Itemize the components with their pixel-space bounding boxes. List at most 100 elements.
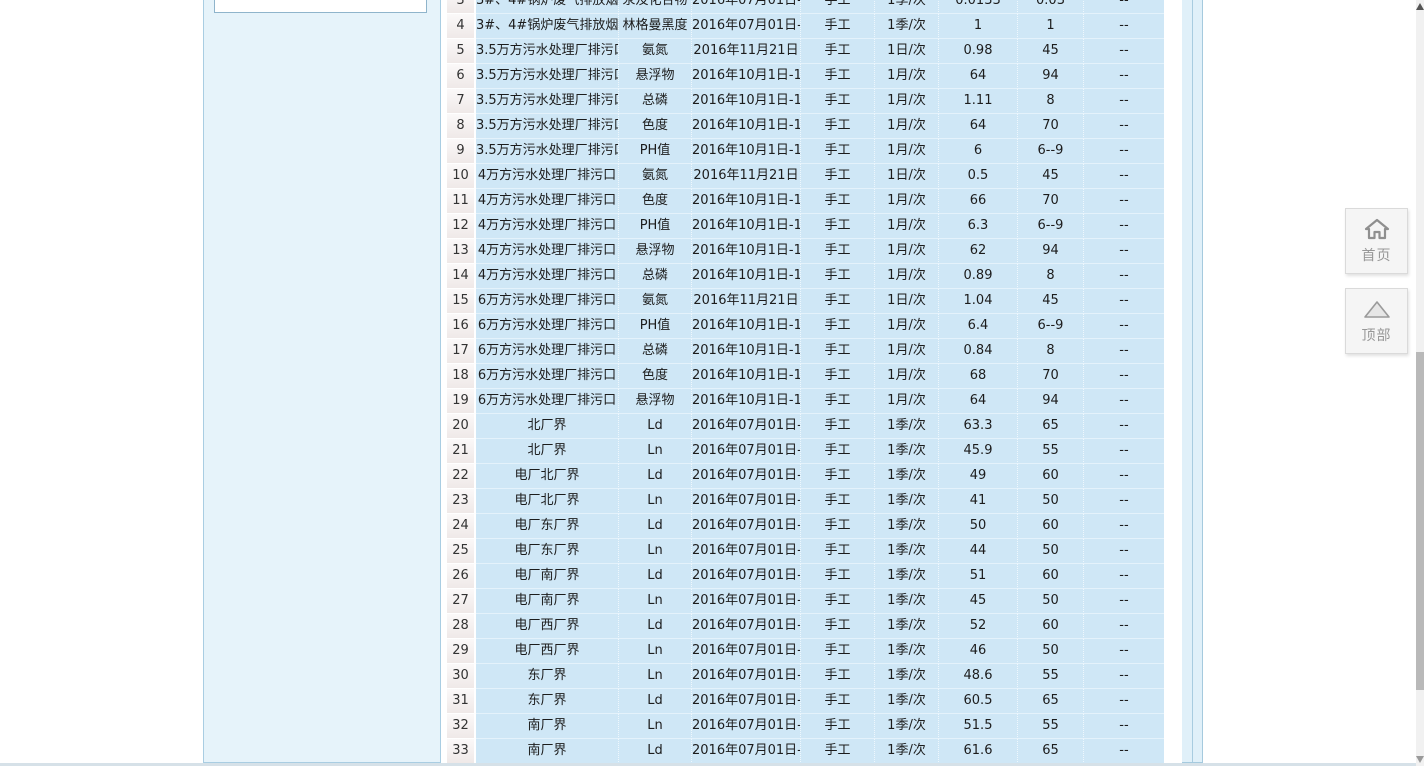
monitor-point-cell: 3.5万方污水处理厂排污口 bbox=[476, 139, 619, 164]
table-row[interactable]: 7 3.5万方污水处理厂排污口 总磷 2016年10月1日-10月 手工 1月/… bbox=[447, 89, 1165, 114]
frequency-cell: 1季/次 bbox=[875, 439, 939, 464]
row-number-cell: 15 bbox=[447, 289, 476, 314]
pollutant-cell: Ld bbox=[619, 689, 692, 714]
table-row[interactable]: 17 6万方污水处理厂排污口 总磷 2016年10月1日-10月 手工 1月/次… bbox=[447, 339, 1165, 364]
row-number-cell: 4 bbox=[447, 14, 476, 39]
row-number-cell: 22 bbox=[447, 464, 476, 489]
table-row[interactable]: 6 3.5万方污水处理厂排污口 悬浮物 2016年10月1日-10月 手工 1月… bbox=[447, 64, 1165, 89]
value-cell: 51.5 bbox=[939, 714, 1018, 739]
monitor-point-cell: 4万方污水处理厂排污口 bbox=[476, 214, 619, 239]
monitor-point-cell: 6万方污水处理厂排污口 bbox=[476, 339, 619, 364]
table-row[interactable]: 11 4万方污水处理厂排污口 色度 2016年10月1日-10月 手工 1月/次… bbox=[447, 189, 1165, 214]
monitor-point-cell: 北厂界 bbox=[476, 439, 619, 464]
pollutant-cell: Ln bbox=[619, 539, 692, 564]
row-number-cell: 28 bbox=[447, 614, 476, 639]
value-cell: 45.9 bbox=[939, 439, 1018, 464]
table-row[interactable]: 29 电厂西厂界 Ln 2016年07月01日-09 手工 1季/次 46 50… bbox=[447, 639, 1165, 664]
monitor-point-cell: 3.5万方污水处理厂排污口 bbox=[476, 64, 619, 89]
table-row[interactable]: 12 4万方污水处理厂排污口 PH值 2016年10月1日-10月 手工 1月/… bbox=[447, 214, 1165, 239]
limit-cell: 8 bbox=[1018, 89, 1084, 114]
table-row[interactable]: 24 电厂东厂界 Ld 2016年07月01日-09 手工 1季/次 50 60… bbox=[447, 514, 1165, 539]
date-cell: 2016年10月1日-10月 bbox=[692, 339, 801, 364]
pollutant-cell: 悬浮物 bbox=[619, 239, 692, 264]
home-button[interactable]: 首页 bbox=[1345, 208, 1408, 274]
monitor-point-cell: 电厂西厂界 bbox=[476, 614, 619, 639]
date-cell: 2016年07月01日-09 bbox=[692, 714, 801, 739]
remark-cell: -- bbox=[1084, 314, 1164, 339]
date-cell: 2016年07月01日-09 bbox=[692, 514, 801, 539]
remark-cell: -- bbox=[1084, 689, 1164, 714]
table-row[interactable]: 5 3.5万方污水处理厂排污口 氨氮 2016年11月21日 手工 1日/次 0… bbox=[447, 39, 1165, 64]
row-number-cell: 18 bbox=[447, 364, 476, 389]
table-row[interactable]: 32 南厂界 Ln 2016年07月01日-09 手工 1季/次 51.5 55… bbox=[447, 714, 1165, 739]
value-cell: 46 bbox=[939, 639, 1018, 664]
scroll-up-arrow-icon[interactable] bbox=[1416, 3, 1424, 10]
top-button-label: 顶部 bbox=[1362, 325, 1392, 345]
vertical-scrollbar[interactable] bbox=[1416, 0, 1424, 766]
date-cell: 2016年10月1日-10月 bbox=[692, 264, 801, 289]
table-row[interactable]: 25 电厂东厂界 Ln 2016年07月01日-09 手工 1季/次 44 50… bbox=[447, 539, 1165, 564]
table-row[interactable]: 27 电厂南厂界 Ln 2016年07月01日-09 手工 1季/次 45 50… bbox=[447, 589, 1165, 614]
value-cell: 49 bbox=[939, 464, 1018, 489]
remark-cell: -- bbox=[1084, 389, 1164, 414]
pollutant-cell: Ld bbox=[619, 514, 692, 539]
table-row[interactable]: 28 电厂西厂界 Ld 2016年07月01日-09 手工 1季/次 52 60… bbox=[447, 614, 1165, 639]
method-cell: 手工 bbox=[801, 589, 875, 614]
table-row[interactable]: 19 6万方污水处理厂排污口 悬浮物 2016年10月1日-10月 手工 1月/… bbox=[447, 389, 1165, 414]
remark-cell: -- bbox=[1084, 0, 1164, 14]
method-cell: 手工 bbox=[801, 739, 875, 764]
pollutant-cell: PH值 bbox=[619, 314, 692, 339]
frequency-cell: 1日/次 bbox=[875, 39, 939, 64]
table-row[interactable]: 8 3.5万方污水处理厂排污口 色度 2016年10月1日-10月 手工 1月/… bbox=[447, 114, 1165, 139]
pollutant-cell: 色度 bbox=[619, 189, 692, 214]
row-number-cell: 7 bbox=[447, 89, 476, 114]
method-cell: 手工 bbox=[801, 339, 875, 364]
table-row[interactable]: 4 3#、4#锅炉废气排放烟道 林格曼黑度 2016年07月01日-09 手工 … bbox=[447, 14, 1165, 39]
table-row[interactable]: 21 北厂界 Ln 2016年07月01日-09 手工 1季/次 45.9 55… bbox=[447, 439, 1165, 464]
row-number-cell: 3 bbox=[447, 0, 476, 14]
limit-cell: 94 bbox=[1018, 239, 1084, 264]
pollutant-cell: 色度 bbox=[619, 114, 692, 139]
table-row[interactable]: 16 6万方污水处理厂排污口 PH值 2016年10月1日-10月 手工 1月/… bbox=[447, 314, 1165, 339]
method-cell: 手工 bbox=[801, 14, 875, 39]
table-row[interactable]: 22 电厂北厂界 Ld 2016年07月01日-09 手工 1季/次 49 60… bbox=[447, 464, 1165, 489]
table-row[interactable]: 26 电厂南厂界 Ld 2016年07月01日-09 手工 1季/次 51 60… bbox=[447, 564, 1165, 589]
remark-cell: -- bbox=[1084, 564, 1164, 589]
limit-cell: 65 bbox=[1018, 689, 1084, 714]
method-cell: 手工 bbox=[801, 239, 875, 264]
table-row[interactable]: 20 北厂界 Ld 2016年07月01日-09 手工 1季/次 63.3 65… bbox=[447, 414, 1165, 439]
monitor-point-cell: 4万方污水处理厂排污口 bbox=[476, 264, 619, 289]
table-row[interactable]: 9 3.5万方污水处理厂排污口 PH值 2016年10月1日-10月 手工 1月… bbox=[447, 139, 1165, 164]
frequency-cell: 1月/次 bbox=[875, 189, 939, 214]
table-row[interactable]: 14 4万方污水处理厂排污口 总磷 2016年10月1日-10月 手工 1月/次… bbox=[447, 264, 1165, 289]
date-cell: 2016年07月01日-09 bbox=[692, 0, 801, 14]
limit-cell: 8 bbox=[1018, 264, 1084, 289]
arrow-up-icon bbox=[1363, 298, 1391, 320]
table-row[interactable]: 18 6万方污水处理厂排污口 色度 2016年10月1日-10月 手工 1月/次… bbox=[447, 364, 1165, 389]
back-to-top-button[interactable]: 顶部 bbox=[1345, 288, 1408, 354]
table-row[interactable]: 31 东厂界 Ld 2016年07月01日-09 手工 1季/次 60.5 65… bbox=[447, 689, 1165, 714]
frequency-cell: 1日/次 bbox=[875, 289, 939, 314]
frequency-cell: 1月/次 bbox=[875, 139, 939, 164]
scroll-down-arrow-icon[interactable] bbox=[1416, 756, 1424, 763]
method-cell: 手工 bbox=[801, 139, 875, 164]
table-row[interactable]: 23 电厂北厂界 Ln 2016年07月01日-09 手工 1季/次 41 50… bbox=[447, 489, 1165, 514]
table-row[interactable]: 13 4万方污水处理厂排污口 悬浮物 2016年10月1日-10月 手工 1月/… bbox=[447, 239, 1165, 264]
scrollbar-thumb[interactable] bbox=[1416, 352, 1424, 690]
method-cell: 手工 bbox=[801, 489, 875, 514]
value-cell: 6.3 bbox=[939, 214, 1018, 239]
limit-cell: 6--9 bbox=[1018, 214, 1084, 239]
value-cell: 1.11 bbox=[939, 89, 1018, 114]
date-cell: 2016年10月1日-10月 bbox=[692, 364, 801, 389]
date-cell: 2016年11月21日 bbox=[692, 289, 801, 314]
limit-cell: 0.03 bbox=[1018, 0, 1084, 14]
table-row[interactable]: 15 6万方污水处理厂排污口 氨氮 2016年11月21日 手工 1日/次 1.… bbox=[447, 289, 1165, 314]
table-row[interactable]: 10 4万方污水处理厂排污口 氨氮 2016年11月21日 手工 1日/次 0.… bbox=[447, 164, 1165, 189]
table-row[interactable]: 33 南厂界 Ld 2016年07月01日-09 手工 1季/次 61.6 65… bbox=[447, 739, 1165, 764]
table-row[interactable]: 3 3#、4#锅炉废气排放烟道 汞及化合物 2016年07月01日-09 手工 … bbox=[447, 0, 1165, 14]
date-cell: 2016年07月01日-09 bbox=[692, 414, 801, 439]
table-row[interactable]: 30 东厂界 Ln 2016年07月01日-09 手工 1季/次 48.6 55… bbox=[447, 664, 1165, 689]
monitor-point-cell: 电厂南厂界 bbox=[476, 564, 619, 589]
value-cell: 0.89 bbox=[939, 264, 1018, 289]
value-cell: 1.04 bbox=[939, 289, 1018, 314]
